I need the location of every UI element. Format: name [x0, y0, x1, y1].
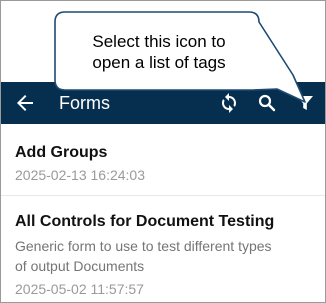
filter-icon	[297, 96, 313, 110]
app-bar: Forms	[1, 82, 325, 124]
tooltip-line-1: Select this icon to	[92, 32, 226, 51]
list-item[interactable]: All Controls for Document Testing Generi…	[1, 202, 325, 302]
sync-icon	[222, 93, 236, 113]
item-description-line-2: of output Documents	[15, 258, 145, 274]
sync-button[interactable]	[217, 91, 241, 115]
list-item[interactable]: Add Groups 2025-02-13 16:24:03	[1, 124, 325, 196]
item-title: Add Groups	[15, 144, 108, 161]
item-date: 2025-05-02 11:57:57	[15, 281, 144, 297]
divider	[1, 195, 325, 196]
search-button[interactable]	[255, 91, 279, 115]
filter-button[interactable]	[293, 91, 317, 115]
search-icon	[258, 94, 276, 112]
item-date: 2025-02-13 16:24:03	[15, 167, 145, 183]
tooltip-line-2: open a list of tags	[92, 53, 226, 72]
page-title: Forms	[59, 93, 110, 113]
item-description-line-1: Generic form to use to test different ty…	[15, 238, 272, 254]
app-screen: Forms Select this icon to open a list of…	[0, 0, 326, 303]
tooltip-text: Select this icon to open a list of tags	[59, 31, 259, 73]
item-title: All Controls for Document Testing	[15, 213, 275, 230]
back-button[interactable]	[13, 91, 37, 115]
arrow-left-icon	[17, 95, 33, 111]
